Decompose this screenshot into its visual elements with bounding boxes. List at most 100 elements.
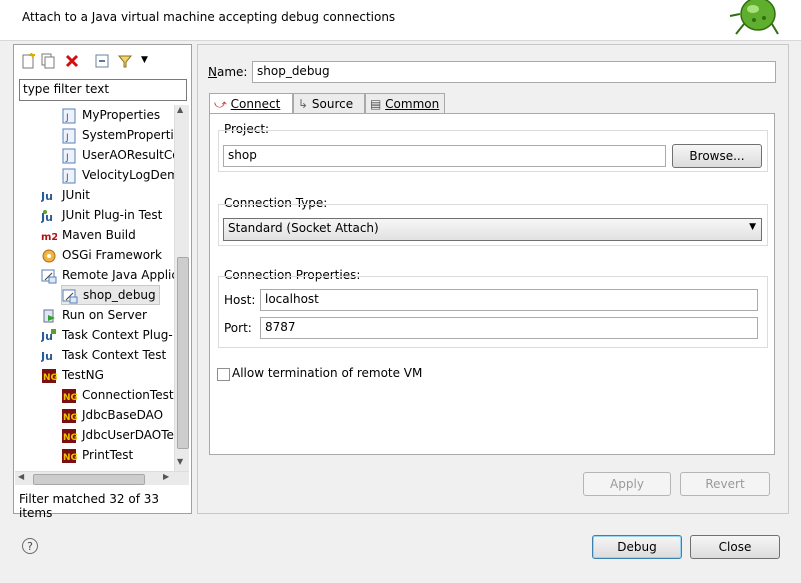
testng-icon: NG xyxy=(61,448,78,464)
tree-item-label: Task Context Test xyxy=(62,348,167,362)
tree-item-label: PrintTest xyxy=(82,448,134,462)
tab-folder: ⤻ Connect ↳ Source ▤ Common Project: sho… xyxy=(209,93,775,455)
common-icon: ▤ xyxy=(370,97,382,111)
filter-input[interactable]: type filter text xyxy=(19,79,187,101)
tree-item-label: Maven Build xyxy=(62,228,136,242)
revert-button[interactable]: Revert xyxy=(680,472,770,496)
tree-item[interactable]: NG JdbcUserDAOTe xyxy=(61,425,174,445)
tree-item[interactable]: NG ConnectionTest xyxy=(61,385,174,405)
delete-configuration-icon[interactable] xyxy=(64,53,80,69)
java-class-icon: J xyxy=(61,108,77,124)
header-message: Attach to a Java virtual machine accepti… xyxy=(22,10,396,24)
tab-common[interactable]: ▤ Common xyxy=(365,93,445,113)
duplicate-configuration-icon[interactable] xyxy=(40,53,56,69)
svg-text:NG: NG xyxy=(43,373,57,383)
allow-termination-label: Allow termination of remote VM xyxy=(232,366,423,380)
svg-text:NG: NG xyxy=(63,433,77,443)
svg-text:NG: NG xyxy=(63,393,77,403)
tab-source[interactable]: ↳ Source xyxy=(293,93,365,113)
tree-item[interactable]: NG JdbcBaseDAO xyxy=(61,405,163,425)
tree-item[interactable]: Ju Task Context Test xyxy=(40,345,167,365)
tree-item-label: TestNG xyxy=(62,368,104,382)
tree-item-label: JUnit Plug-in Test xyxy=(62,208,163,222)
tree-item[interactable]: NG PrintTest xyxy=(61,445,133,465)
svg-text:m2: m2 xyxy=(41,232,57,243)
tree-item-label: Run on Server xyxy=(62,308,147,322)
tree-item-label: shop_debug xyxy=(83,288,156,302)
svg-text:J: J xyxy=(65,113,69,123)
horizontal-scroll-thumb[interactable] xyxy=(33,474,145,485)
filter-configurations-icon[interactable] xyxy=(117,53,133,69)
new-configuration-icon[interactable] xyxy=(20,52,36,69)
tree-item[interactable]: J MyProperties xyxy=(61,105,160,125)
vertical-scroll-thumb[interactable] xyxy=(177,257,189,449)
svg-text:Ju: Ju xyxy=(41,211,53,224)
task-plugin-icon: Ju xyxy=(40,328,57,344)
server-icon xyxy=(41,308,57,324)
svg-text:NG: NG xyxy=(63,453,77,463)
junit-plugin-icon: Ju xyxy=(40,208,57,224)
debug-button[interactable]: Debug xyxy=(592,535,682,559)
testng-icon: NG xyxy=(61,428,78,444)
tree-horizontal-scrollbar[interactable]: ◀ ▶ xyxy=(15,471,189,485)
connection-type-select[interactable]: Standard (Socket Attach) ▼ xyxy=(223,218,762,241)
configuration-tree: J MyProperties J SystemPropertie J UserAOResu… xyxy=(15,105,175,471)
tree-item[interactable]: Remote Java Applic xyxy=(41,265,175,285)
close-button[interactable]: Close xyxy=(690,535,780,559)
svg-text:Ju: Ju xyxy=(41,350,53,363)
help-icon[interactable]: ? xyxy=(22,538,38,554)
source-icon: ↳ xyxy=(298,97,309,111)
svg-text:J: J xyxy=(65,173,69,183)
testng-icon: NG xyxy=(41,368,58,384)
tree-vertical-scrollbar[interactable]: ▲ ▼ xyxy=(174,105,189,471)
svg-text:Ju: Ju xyxy=(41,190,53,203)
java-class-icon: J xyxy=(61,128,77,144)
tree-item-label: JUnit xyxy=(62,188,90,202)
scroll-down-icon[interactable]: ▼ xyxy=(177,457,183,466)
tree-item[interactable]: shop_debug xyxy=(61,285,160,305)
debug-bug-icon xyxy=(729,0,779,35)
project-input[interactable]: shop xyxy=(223,145,666,167)
allow-termination-checkbox[interactable] xyxy=(217,368,230,381)
tree-item[interactable]: Ju Task Context Plug- xyxy=(40,325,173,345)
port-label: Port: xyxy=(224,321,252,335)
filter-dropdown-icon[interactable]: ▼ xyxy=(141,55,148,65)
java-class-icon: J xyxy=(61,148,77,164)
remote-java-icon xyxy=(62,288,78,304)
tree-item-label: MyProperties xyxy=(82,108,161,122)
testng-icon: NG xyxy=(61,408,78,424)
apply-button[interactable]: Apply xyxy=(583,472,671,496)
tree-item-label: VelocityLogDem xyxy=(82,168,175,182)
filter-status-text: Filter matched 32 of 33 items xyxy=(19,492,160,520)
connect-tab-content: Project: shop Browse... Connection Type:… xyxy=(209,113,775,455)
port-input[interactable]: 8787 xyxy=(260,317,758,339)
tree-item-label: OSGi Framework xyxy=(62,248,162,262)
tree-item-label: UserAOResultCo xyxy=(82,148,175,162)
tree-item[interactable]: J VelocityLogDem xyxy=(61,165,175,185)
task-test-icon: Ju xyxy=(40,348,57,364)
tree-item[interactable]: Ju JUnit Plug-in Test xyxy=(40,205,163,225)
tree-item[interactable]: Ju JUnit xyxy=(40,185,90,205)
configuration-name-input[interactable]: shop_debug xyxy=(252,61,776,83)
tree-item-label: ConnectionTest xyxy=(82,388,174,402)
scroll-left-icon[interactable]: ◀ xyxy=(18,472,24,481)
host-input[interactable]: localhost xyxy=(260,289,758,311)
tree-item[interactable]: m2 Maven Build xyxy=(41,225,136,245)
remote-java-icon xyxy=(41,268,57,284)
tree-item[interactable]: J SystemPropertie xyxy=(61,125,175,145)
scroll-right-icon[interactable]: ▶ xyxy=(163,472,169,481)
tree-item[interactable]: J UserAOResultCo xyxy=(61,145,175,165)
browse-button[interactable]: Browse... xyxy=(672,144,762,168)
name-label: Name: xyxy=(208,65,248,79)
scroll-up-icon[interactable]: ▲ xyxy=(177,105,183,114)
tree-item[interactable]: Run on Server xyxy=(41,305,147,325)
tree-item-label: JdbcUserDAOTe xyxy=(82,428,174,442)
tab-connect[interactable]: ⤻ Connect xyxy=(209,93,293,114)
tree-item[interactable]: NG TestNG xyxy=(41,365,104,385)
tree-item[interactable]: OSGi Framework xyxy=(41,245,162,265)
collapse-all-icon[interactable] xyxy=(94,53,110,69)
java-class-icon: J xyxy=(61,168,77,184)
testng-icon: NG xyxy=(61,388,78,404)
svg-text:J: J xyxy=(65,153,69,163)
host-label: Host: xyxy=(224,293,256,307)
